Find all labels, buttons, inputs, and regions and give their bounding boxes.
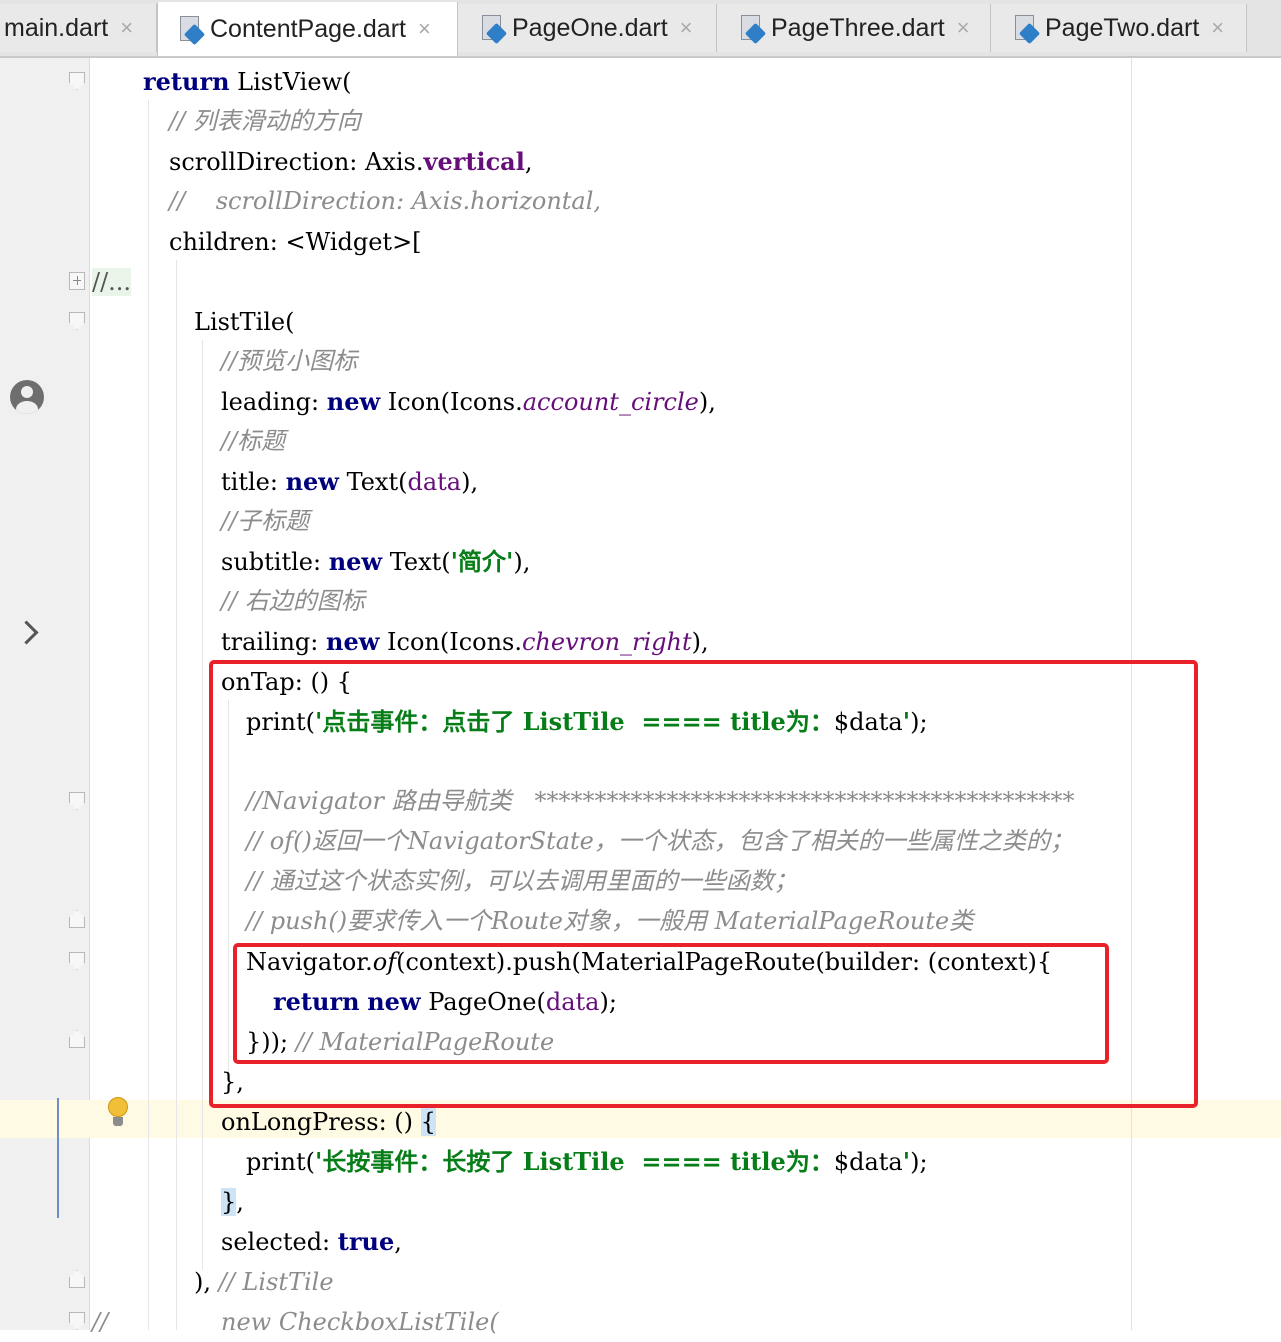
dart-file-icon (178, 15, 206, 46)
code-comment[interactable]: // (92, 1302, 108, 1342)
tab-label: PageThree.dart (771, 13, 945, 42)
code-line[interactable]: }, (221, 1182, 244, 1222)
account-circle-icon (10, 380, 44, 414)
code-comment[interactable]: // 列表滑动的方向 (169, 101, 361, 141)
code-line[interactable]: children: <Widget>[ (169, 222, 422, 262)
code-line[interactable]: trailing: new Icon(Icons.chevron_right), (221, 622, 709, 662)
dart-file-icon (1013, 14, 1041, 45)
code-line[interactable]: leading: new Icon(Icons.account_circle), (221, 382, 716, 422)
vcs-change-marker (57, 1098, 59, 1218)
tab-pagetwo-dart[interactable]: PageTwo.dart × (991, 4, 1247, 52)
editor-tab-bar: main.dart × ContentPage.dart × PageOne.d… (0, 0, 1281, 58)
code-comment[interactable]: //子标题 (221, 501, 309, 541)
tab-contentpage-dart[interactable]: ContentPage.dart × (157, 2, 458, 56)
dart-file-icon (480, 14, 508, 45)
tab-label: PageOne.dart (512, 13, 668, 42)
lightbulb-icon[interactable] (107, 1097, 129, 1129)
tab-main-dart[interactable]: main.dart × (0, 4, 157, 52)
indent-guide (202, 340, 203, 1270)
close-icon[interactable]: × (680, 15, 693, 41)
code-line[interactable]: return ListView( (143, 62, 351, 102)
close-icon[interactable]: × (418, 16, 431, 42)
code-line[interactable]: subtitle: new Text('简介'), (221, 542, 530, 582)
code-line[interactable]: ListTile( (194, 302, 295, 342)
code-comment[interactable]: //标题 (221, 421, 285, 461)
code-comment[interactable]: //预览小图标 (221, 341, 357, 381)
gutter-divider (89, 58, 90, 1330)
code-comment[interactable]: // 右边的图标 (221, 581, 365, 621)
indent-guide (176, 260, 177, 1330)
code-line[interactable]: title: new Text(data), (221, 462, 478, 502)
folded-code-region[interactable]: //... (92, 262, 132, 302)
code-line[interactable]: scrollDirection: Axis.vertical, (169, 142, 532, 182)
close-icon[interactable]: × (1211, 15, 1224, 41)
tab-label: ContentPage.dart (210, 14, 406, 43)
code-line[interactable]: onLongPress: () { (221, 1102, 436, 1142)
code-comment[interactable]: new CheckboxListTile( (221, 1302, 499, 1342)
dart-file-icon (739, 14, 767, 45)
tab-label: PageTwo.dart (1045, 13, 1200, 42)
tab-pageone-dart[interactable]: PageOne.dart × (458, 4, 717, 52)
indent-guide (148, 100, 149, 1330)
code-line[interactable]: selected: true, (221, 1222, 402, 1262)
tab-label: main.dart (4, 13, 109, 42)
close-icon[interactable]: × (120, 15, 133, 41)
code-comment[interactable]: // scrollDirection: Axis.horizontal, (169, 181, 601, 221)
close-icon[interactable]: × (957, 15, 970, 41)
expand-fold-marker[interactable] (69, 272, 85, 290)
navigator-push-highlight-box (233, 943, 1109, 1064)
code-line[interactable]: print('长按事件：长按了 ListTile ==== title为：$da… (246, 1142, 928, 1182)
editor-gutter[interactable] (0, 58, 90, 1330)
code-line[interactable]: ), // ListTile (194, 1262, 334, 1302)
tab-pagethree-dart[interactable]: PageThree.dart × (717, 4, 991, 52)
